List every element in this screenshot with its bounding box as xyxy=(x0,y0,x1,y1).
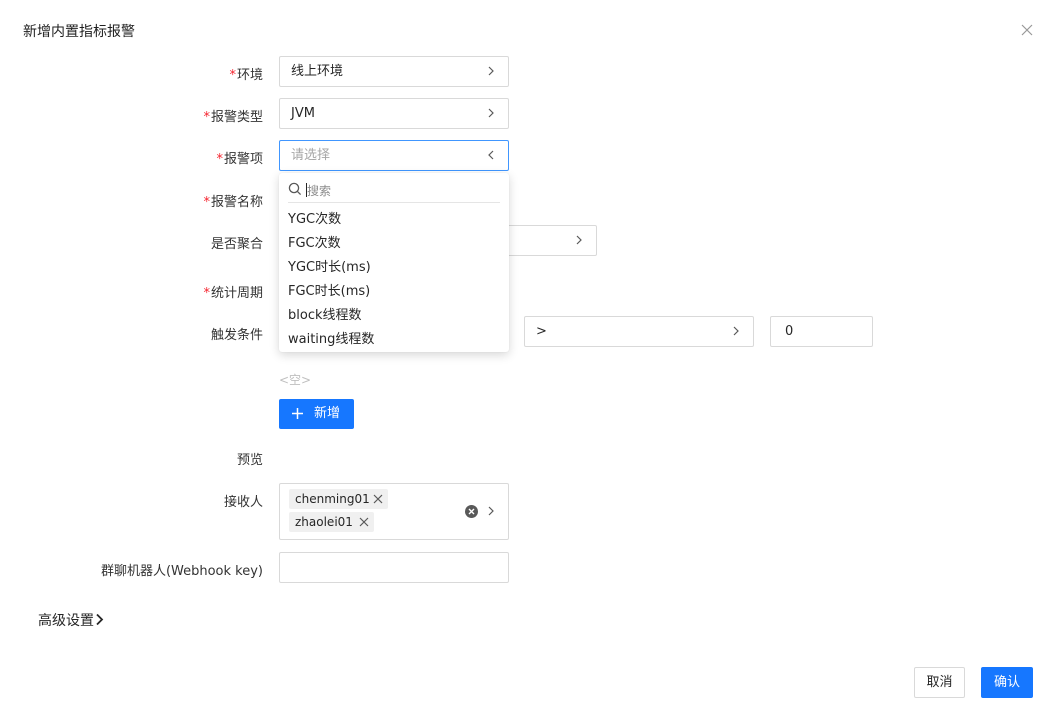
alarm-item-select[interactable]: 请选择 xyxy=(279,140,509,171)
alarm-item-placeholder: 请选择 xyxy=(291,148,331,163)
chevron-right-icon xyxy=(488,506,494,516)
chevron-right-icon xyxy=(488,108,494,118)
search-icon xyxy=(288,182,302,196)
add-button[interactable]: 新增 xyxy=(279,399,354,429)
env-select[interactable]: 线上环境 xyxy=(279,56,509,87)
trigger-threshold-input[interactable]: 0 xyxy=(770,316,873,347)
webhook-label: 群聊机器人(Webhook key) xyxy=(100,564,263,579)
receiver-tag: chenming01 xyxy=(289,489,388,509)
env-label: *环境 xyxy=(229,68,263,83)
dropdown-search-placeholder: 搜索 xyxy=(307,184,332,198)
dropdown-option[interactable]: YGC时长(ms) xyxy=(288,256,371,275)
advanced-settings-toggle[interactable]: 高级设置 xyxy=(38,610,104,630)
close-icon[interactable] xyxy=(1019,22,1035,38)
dropdown-option[interactable]: YGC次数 xyxy=(288,208,341,227)
cancel-button[interactable]: 取消 xyxy=(914,667,965,698)
trigger-operator-value: > xyxy=(536,324,547,339)
receiver-tag: zhaolei01 xyxy=(289,512,374,532)
required-mark: * xyxy=(203,195,210,210)
plus-icon xyxy=(292,408,303,419)
receiver-tag-label: zhaolei01 xyxy=(295,515,353,529)
trigger-threshold-value: 0 xyxy=(785,324,794,339)
chevron-left-icon xyxy=(488,150,494,160)
confirm-button[interactable]: 确认 xyxy=(981,667,1033,698)
empty-placeholder: <空> xyxy=(279,373,312,387)
required-mark: * xyxy=(229,68,236,83)
alarm-type-label: *报警类型 xyxy=(203,110,263,125)
dropdown-option[interactable]: block线程数 xyxy=(288,304,362,323)
dropdown-option[interactable]: FGC时长(ms) xyxy=(288,280,370,299)
aggregate-label: 是否聚合 xyxy=(210,237,263,252)
chevron-right-icon xyxy=(488,66,494,76)
chevron-right-icon xyxy=(96,613,104,626)
trigger-label: 触发条件 xyxy=(210,328,263,343)
chevron-right-icon xyxy=(576,235,582,245)
alarm-name-label: *报警名称 xyxy=(203,195,263,210)
alarm-item-dropdown: 搜索 YGC次数 FGC次数 YGC时长(ms) FGC时长(ms) block… xyxy=(279,173,509,352)
preview-label: 预览 xyxy=(236,453,263,468)
required-mark: * xyxy=(216,152,223,167)
dropdown-option[interactable]: waiting线程数 xyxy=(288,328,374,347)
close-icon[interactable] xyxy=(373,494,383,504)
advanced-settings-label: 高级设置 xyxy=(38,613,94,629)
dropdown-search-input[interactable]: 搜索 xyxy=(288,179,500,203)
dropdown-option[interactable]: FGC次数 xyxy=(288,232,341,251)
alarm-type-value: JVM xyxy=(291,106,315,121)
receivers-label: 接收人 xyxy=(223,495,263,510)
close-icon[interactable] xyxy=(359,517,369,527)
chevron-right-icon xyxy=(733,326,739,336)
receivers-select[interactable]: chenming01 zhaolei01 xyxy=(279,483,509,540)
webhook-input[interactable] xyxy=(279,552,509,583)
clear-circle-icon[interactable] xyxy=(465,505,478,518)
period-label: *统计周期 xyxy=(203,286,263,301)
env-value: 线上环境 xyxy=(291,64,344,79)
trigger-operator-select[interactable]: > xyxy=(524,316,754,347)
required-mark: * xyxy=(203,286,210,301)
receiver-tag-label: chenming01 xyxy=(295,492,370,506)
alarm-item-label: *报警项 xyxy=(216,152,263,167)
add-button-label: 新增 xyxy=(314,406,341,421)
required-mark: * xyxy=(203,110,210,125)
alarm-type-select[interactable]: JVM xyxy=(279,98,509,129)
dialog-title: 新增内置指标报警 xyxy=(23,24,135,40)
